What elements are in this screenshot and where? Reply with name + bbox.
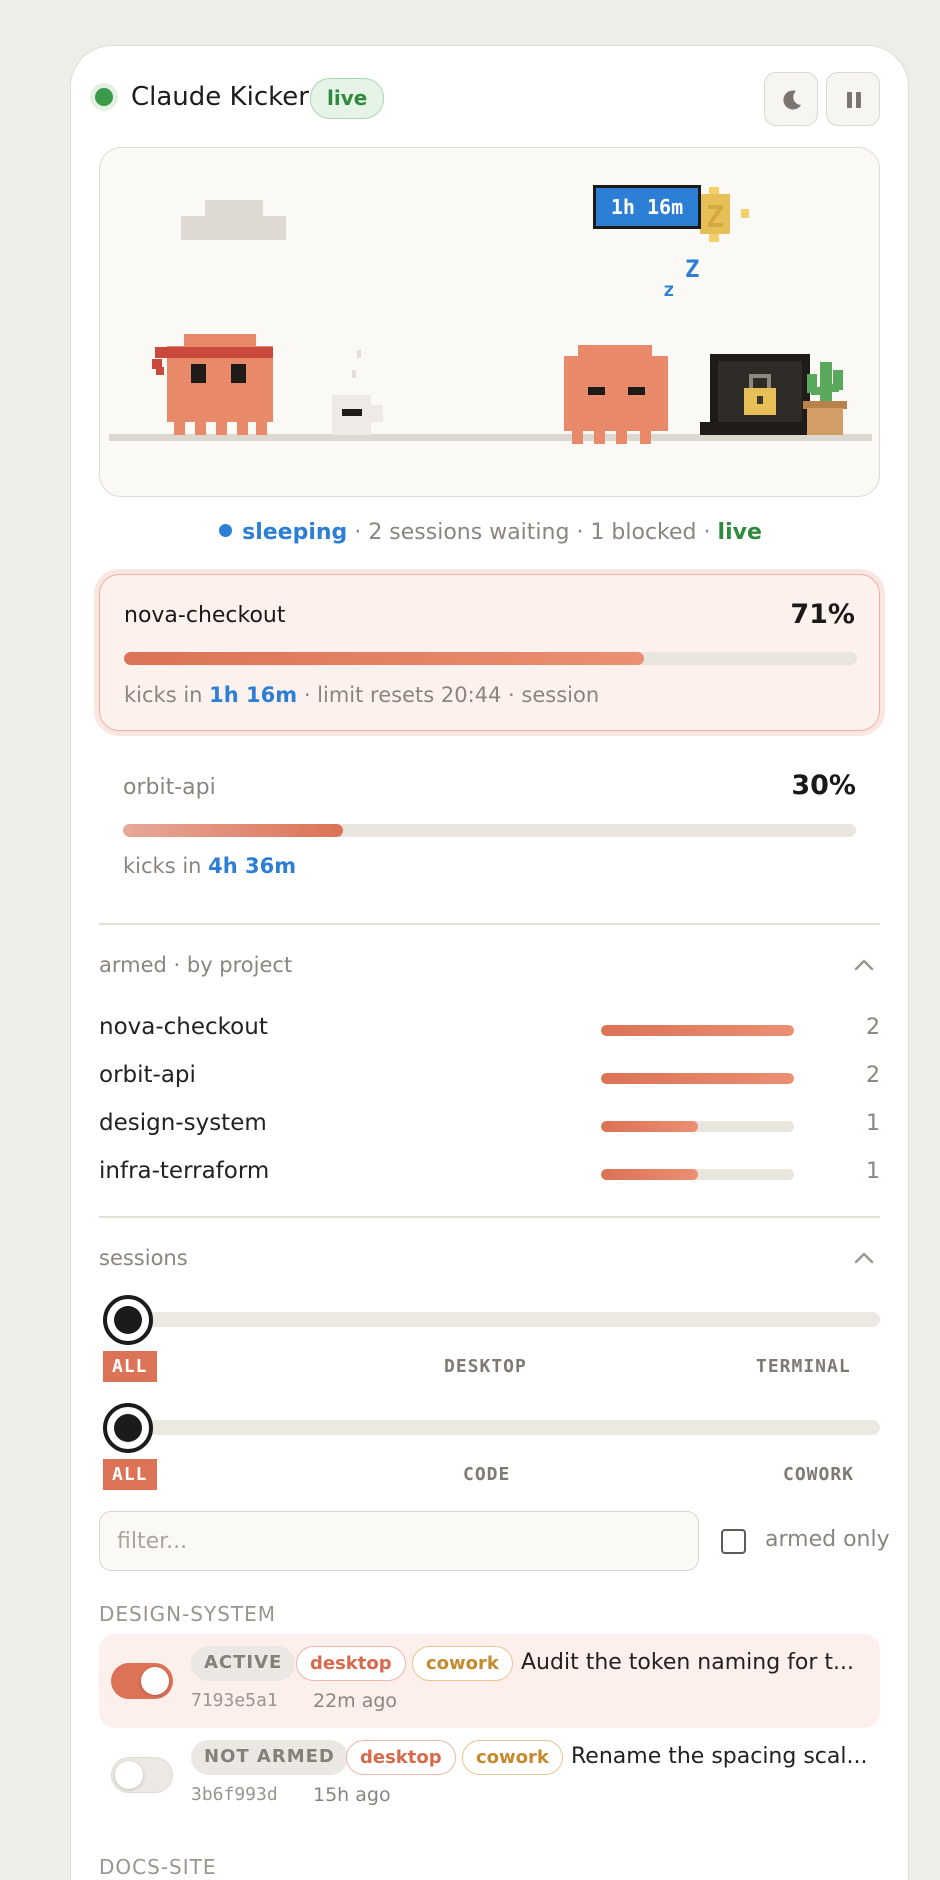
source-option-terminal[interactable]: TERMINAL <box>756 1356 851 1377</box>
divider <box>99 1216 880 1218</box>
scene-illustration: z Z Z <box>109 187 872 444</box>
svg-text:z: z <box>663 279 674 301</box>
status-live: live <box>717 520 762 545</box>
pause-button[interactable] <box>826 72 880 126</box>
session-id: 7193e5a1 <box>191 1690 278 1711</box>
usage-progress-fill <box>124 652 645 665</box>
mascot-sleeping-icon <box>564 345 668 444</box>
armed-count: 1 <box>866 1159 880 1184</box>
arm-toggle[interactable] <box>111 1663 173 1699</box>
armed-section-title: armed · by project <box>99 953 293 977</box>
mode-filter-slider[interactable] <box>103 1420 880 1435</box>
theme-toggle-button[interactable] <box>764 72 818 126</box>
kicker-panel: Claude Kicker live z Z Z 1h 16m sleeping… <box>70 45 909 1880</box>
usage-kick-info: kicks in 1h 16m · limit resets 20:44 · s… <box>124 683 600 707</box>
sessions-section-title: sessions <box>99 1246 188 1270</box>
armed-project-name: orbit-api <box>99 1062 196 1088</box>
usage-card-orbit-api[interactable]: orbit-api 30% kicks in 4h 36m <box>99 750 880 890</box>
session-source-tag: desktop <box>296 1646 406 1681</box>
arm-toggle[interactable] <box>111 1757 173 1793</box>
locked-laptop-icon <box>700 354 818 435</box>
session-state-badge: ACTIVE <box>191 1646 296 1681</box>
svg-text:Z: Z <box>685 255 699 283</box>
status-line: sleeping · 2 sessions waiting · 1 blocke… <box>71 520 910 545</box>
pause-icon <box>847 92 861 108</box>
session-row[interactable]: NOT ARMED desktop cowork Rename the spac… <box>99 1728 880 1822</box>
armed-bar <box>601 1025 794 1036</box>
mode-option-code[interactable]: CODE <box>463 1464 510 1485</box>
armed-row: nova-checkout 2 <box>99 1014 880 1044</box>
mascot-awake-icon <box>152 334 273 435</box>
usage-kick-info: kicks in 4h 36m <box>123 854 297 878</box>
armed-bar <box>601 1073 794 1084</box>
armed-project-name: nova-checkout <box>99 1014 268 1040</box>
status-dot-icon <box>95 88 113 106</box>
session-mode-tag: cowork <box>412 1646 513 1681</box>
session-age: 22m ago <box>313 1690 398 1712</box>
chevron-up-icon[interactable] <box>853 958 875 972</box>
usage-percent: 71% <box>790 599 855 630</box>
usage-progress-fill <box>123 824 343 837</box>
mode-option-cowork[interactable]: COWORK <box>783 1464 854 1485</box>
armed-only-label[interactable]: armed only <box>765 1527 890 1552</box>
source-option-desktop[interactable]: DESKTOP <box>444 1356 527 1377</box>
usage-progress-bar <box>124 652 857 665</box>
session-filter-input[interactable] <box>99 1511 699 1571</box>
status-blocked: 1 blocked <box>590 520 697 545</box>
live-badge: live <box>310 78 385 119</box>
session-group-header: DOCS-SITE <box>99 1855 217 1879</box>
mode-filter-knob[interactable] <box>103 1403 153 1453</box>
armed-bar <box>601 1121 794 1132</box>
session-title: Rename the spacing scal... <box>571 1744 868 1769</box>
status-state: sleeping <box>242 520 348 545</box>
armed-only-checkbox[interactable] <box>721 1529 746 1554</box>
chevron-up-icon[interactable] <box>853 1251 875 1265</box>
session-source-tag: desktop <box>346 1740 456 1775</box>
coffee-cup-icon <box>332 350 383 435</box>
armed-bar-fill <box>601 1073 794 1084</box>
armed-bar-fill <box>601 1025 794 1036</box>
session-title: Audit the token naming for t... <box>521 1650 855 1675</box>
toggle-knob <box>141 1667 169 1695</box>
source-filter-slider[interactable] <box>103 1312 880 1327</box>
armed-bar <box>601 1169 794 1180</box>
snore-icon: z Z <box>663 255 699 301</box>
session-age: 15h ago <box>313 1784 391 1806</box>
armed-count: 2 <box>866 1015 880 1040</box>
usage-project-name: orbit-api <box>123 775 216 800</box>
usage-percent: 30% <box>791 770 856 801</box>
usage-progress-bar <box>123 824 856 837</box>
countdown-timer: 1h 16m <box>593 185 701 229</box>
source-option-all[interactable]: ALL <box>103 1351 157 1382</box>
app-title: Claude Kicker <box>131 82 309 112</box>
status-waiting: 2 sessions waiting <box>368 520 570 545</box>
svg-text:Z: Z <box>706 200 724 235</box>
session-id: 3b6f993d <box>191 1784 278 1805</box>
armed-count: 1 <box>866 1111 880 1136</box>
divider <box>99 923 880 925</box>
sleeping-dot-icon <box>219 524 233 537</box>
mode-option-all[interactable]: ALL <box>103 1459 157 1490</box>
source-filter-knob[interactable] <box>103 1295 153 1345</box>
armed-project-name: design-system <box>99 1110 267 1136</box>
session-mode-tag: cowork <box>462 1740 563 1775</box>
armed-row: orbit-api 2 <box>99 1062 880 1092</box>
sun-icon: Z <box>700 187 749 242</box>
armed-row: infra-terraform 1 <box>99 1158 880 1188</box>
session-row[interactable]: ACTIVE desktop cowork Audit the token na… <box>99 1634 880 1728</box>
armed-row: design-system 1 <box>99 1110 880 1140</box>
armed-count: 2 <box>866 1063 880 1088</box>
usage-project-name: nova-checkout <box>124 603 286 628</box>
usage-eta: 1h 16m <box>209 683 298 707</box>
moon-icon <box>783 90 801 110</box>
usage-card-nova-checkout[interactable]: nova-checkout 71% kicks in 1h 16m · limi… <box>99 574 880 731</box>
mascot-scene: z Z Z 1h 16m <box>99 147 880 497</box>
usage-eta: 4h 36m <box>208 854 297 878</box>
toggle-knob <box>115 1761 143 1789</box>
session-state-badge: NOT ARMED <box>191 1740 348 1775</box>
armed-bar-fill <box>601 1121 698 1132</box>
armed-project-name: infra-terraform <box>99 1158 270 1184</box>
session-group-header: DESIGN-SYSTEM <box>99 1602 277 1626</box>
armed-bar-fill <box>601 1169 698 1180</box>
